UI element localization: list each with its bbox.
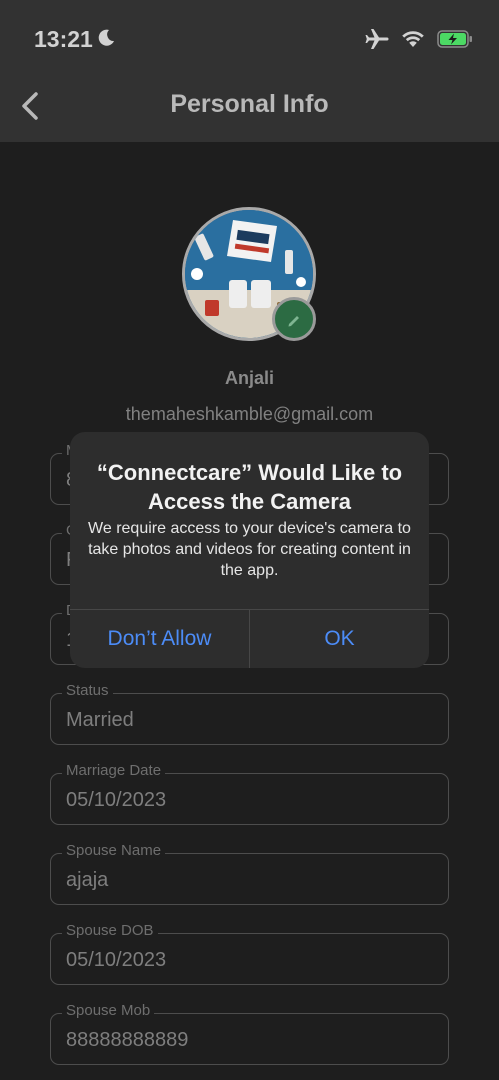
field-value: Married bbox=[66, 709, 134, 731]
spouse-mob-field[interactable]: Spouse Mob 88888888889 bbox=[50, 1002, 449, 1065]
screen: 13:21 Personal Info Anjali themaheshkamb… bbox=[0, 0, 499, 1080]
header: Personal Info bbox=[0, 72, 499, 142]
edit-photo-button[interactable] bbox=[272, 297, 316, 341]
user-name: Anjali bbox=[224, 368, 274, 388]
field-value: 88888888889 bbox=[66, 1029, 189, 1051]
field-label: Spouse DOB bbox=[62, 922, 158, 939]
dont-allow-button[interactable]: Don’t Allow bbox=[70, 610, 249, 668]
wifi-icon bbox=[402, 31, 424, 47]
ok-button[interactable]: OK bbox=[249, 610, 429, 668]
field-value: 05/10/2023 bbox=[66, 949, 167, 971]
spouse-name-field[interactable]: Spouse Name ajaja bbox=[50, 842, 449, 905]
status-bar: 13:21 bbox=[0, 0, 499, 72]
spouse-dob-field[interactable]: Spouse DOB 05/10/2023 bbox=[50, 922, 449, 985]
status-field[interactable]: Status Married bbox=[50, 682, 449, 745]
field-label: Spouse Name bbox=[62, 842, 166, 859]
field-label: Marriage Date bbox=[62, 762, 166, 779]
field-label: Spouse Mob bbox=[62, 1002, 155, 1019]
user-email: themaheshkamble@gmail.com bbox=[125, 404, 374, 424]
airplane-icon bbox=[365, 29, 389, 49]
field-value: ajaja bbox=[66, 869, 109, 891]
camera-permission-dialog: “Connectcare” Would Like to Access the C… bbox=[70, 432, 429, 668]
dialog-buttons: Don’t Allow OK bbox=[70, 609, 429, 668]
status-time: 13:21 bbox=[34, 26, 93, 52]
marriage-date-field[interactable]: Marriage Date 05/10/2023 bbox=[50, 762, 449, 825]
battery-charging-icon bbox=[437, 30, 472, 48]
dialog-message: We require access to your device's camer… bbox=[88, 520, 411, 579]
moon-icon bbox=[98, 29, 114, 46]
field-value: 05/10/2023 bbox=[66, 789, 167, 811]
status-icons bbox=[365, 28, 473, 50]
dialog-title: “Connectcare” Would Like to Access the C… bbox=[96, 460, 403, 514]
pencil-icon bbox=[288, 316, 299, 327]
field-label: Status bbox=[62, 682, 113, 699]
page-title: Personal Info bbox=[170, 90, 329, 118]
